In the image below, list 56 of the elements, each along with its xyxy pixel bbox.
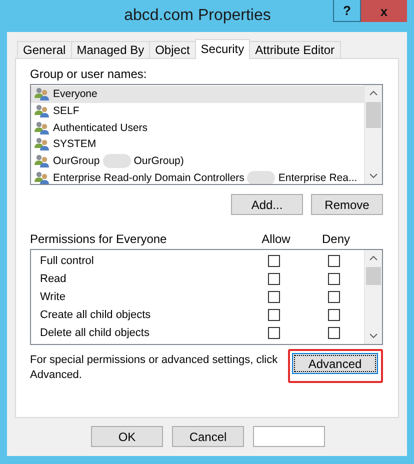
user-name: OurGroup xyxy=(53,154,100,168)
list-item[interactable]: Authenticated Users xyxy=(31,119,364,136)
checkbox[interactable] xyxy=(268,309,280,321)
dialog-button[interactable]: Remove xyxy=(311,194,383,215)
dialog-button[interactable]: Add... xyxy=(231,194,303,215)
scrollbar[interactable] xyxy=(364,85,382,184)
scrollbar[interactable] xyxy=(364,250,382,344)
list-item[interactable]: SYSTEM xyxy=(31,136,364,153)
user-name: SELF xyxy=(53,104,80,118)
checkbox[interactable] xyxy=(268,327,280,339)
column-header: Allow xyxy=(260,232,292,246)
permissions-label: Permissions for Everyone xyxy=(30,232,168,246)
close-button[interactable]: x xyxy=(361,0,407,22)
users-icon xyxy=(34,154,50,168)
permission-name: Write xyxy=(40,290,66,304)
checkbox[interactable] xyxy=(328,255,340,267)
permission-name: Delete all child objects xyxy=(40,326,150,340)
user-name: Everyone xyxy=(53,87,98,102)
list-item[interactable]: Everyone xyxy=(31,86,364,103)
checkbox[interactable] xyxy=(328,291,340,303)
user-name: Enterprise Read-only Domain Controllers xyxy=(53,170,244,184)
checkbox[interactable] xyxy=(328,327,340,339)
user-name: Enterprise Rea... xyxy=(278,170,358,184)
help-button[interactable]: ? xyxy=(333,0,361,22)
user-name: OurGroup) xyxy=(134,154,184,168)
column-header: Deny xyxy=(320,232,351,246)
checkbox[interactable] xyxy=(328,273,340,285)
users-icon xyxy=(34,104,50,118)
tab[interactable]: Attribute Editor xyxy=(249,41,341,58)
scrollbar-thumb[interactable] xyxy=(366,102,381,128)
user-name: SYSTEM xyxy=(53,137,96,152)
users-icon xyxy=(34,137,50,152)
scrollbar-thumb[interactable] xyxy=(366,267,381,285)
list-label: Group or user names: xyxy=(30,67,148,81)
dialog-button[interactable]: OK xyxy=(91,426,163,447)
tab[interactable]: Object xyxy=(149,41,196,58)
advanced-note: For special permissions or advanced settings, click Advanced. xyxy=(30,353,279,383)
user-name: Authenticated Users xyxy=(53,120,148,135)
window-title: abcd.com Properties xyxy=(123,6,272,25)
users-icon xyxy=(34,120,50,135)
list-item[interactable]: OurGroup OurGroup) xyxy=(31,152,364,170)
dialog-button[interactable]: Cancel xyxy=(172,426,244,447)
tab[interactable]: General xyxy=(17,41,72,58)
checkbox[interactable] xyxy=(268,291,280,303)
permission-name: Full control xyxy=(40,254,95,268)
checkbox[interactable] xyxy=(268,255,280,267)
checkbox[interactable] xyxy=(328,309,340,321)
list-item[interactable]: SELF xyxy=(31,102,364,120)
tab[interactable]: Managed By xyxy=(70,41,150,58)
list-item[interactable]: Enterprise Read-only Domain Controllers Enterprise Rea... xyxy=(31,169,364,184)
advanced-button[interactable]: Advanced xyxy=(292,353,378,374)
permission-name: Create all child objects xyxy=(40,308,152,322)
permission-name: Read xyxy=(40,272,68,286)
checkbox[interactable] xyxy=(268,273,280,285)
users-icon xyxy=(34,87,50,102)
tab[interactable]: Security xyxy=(194,39,250,59)
